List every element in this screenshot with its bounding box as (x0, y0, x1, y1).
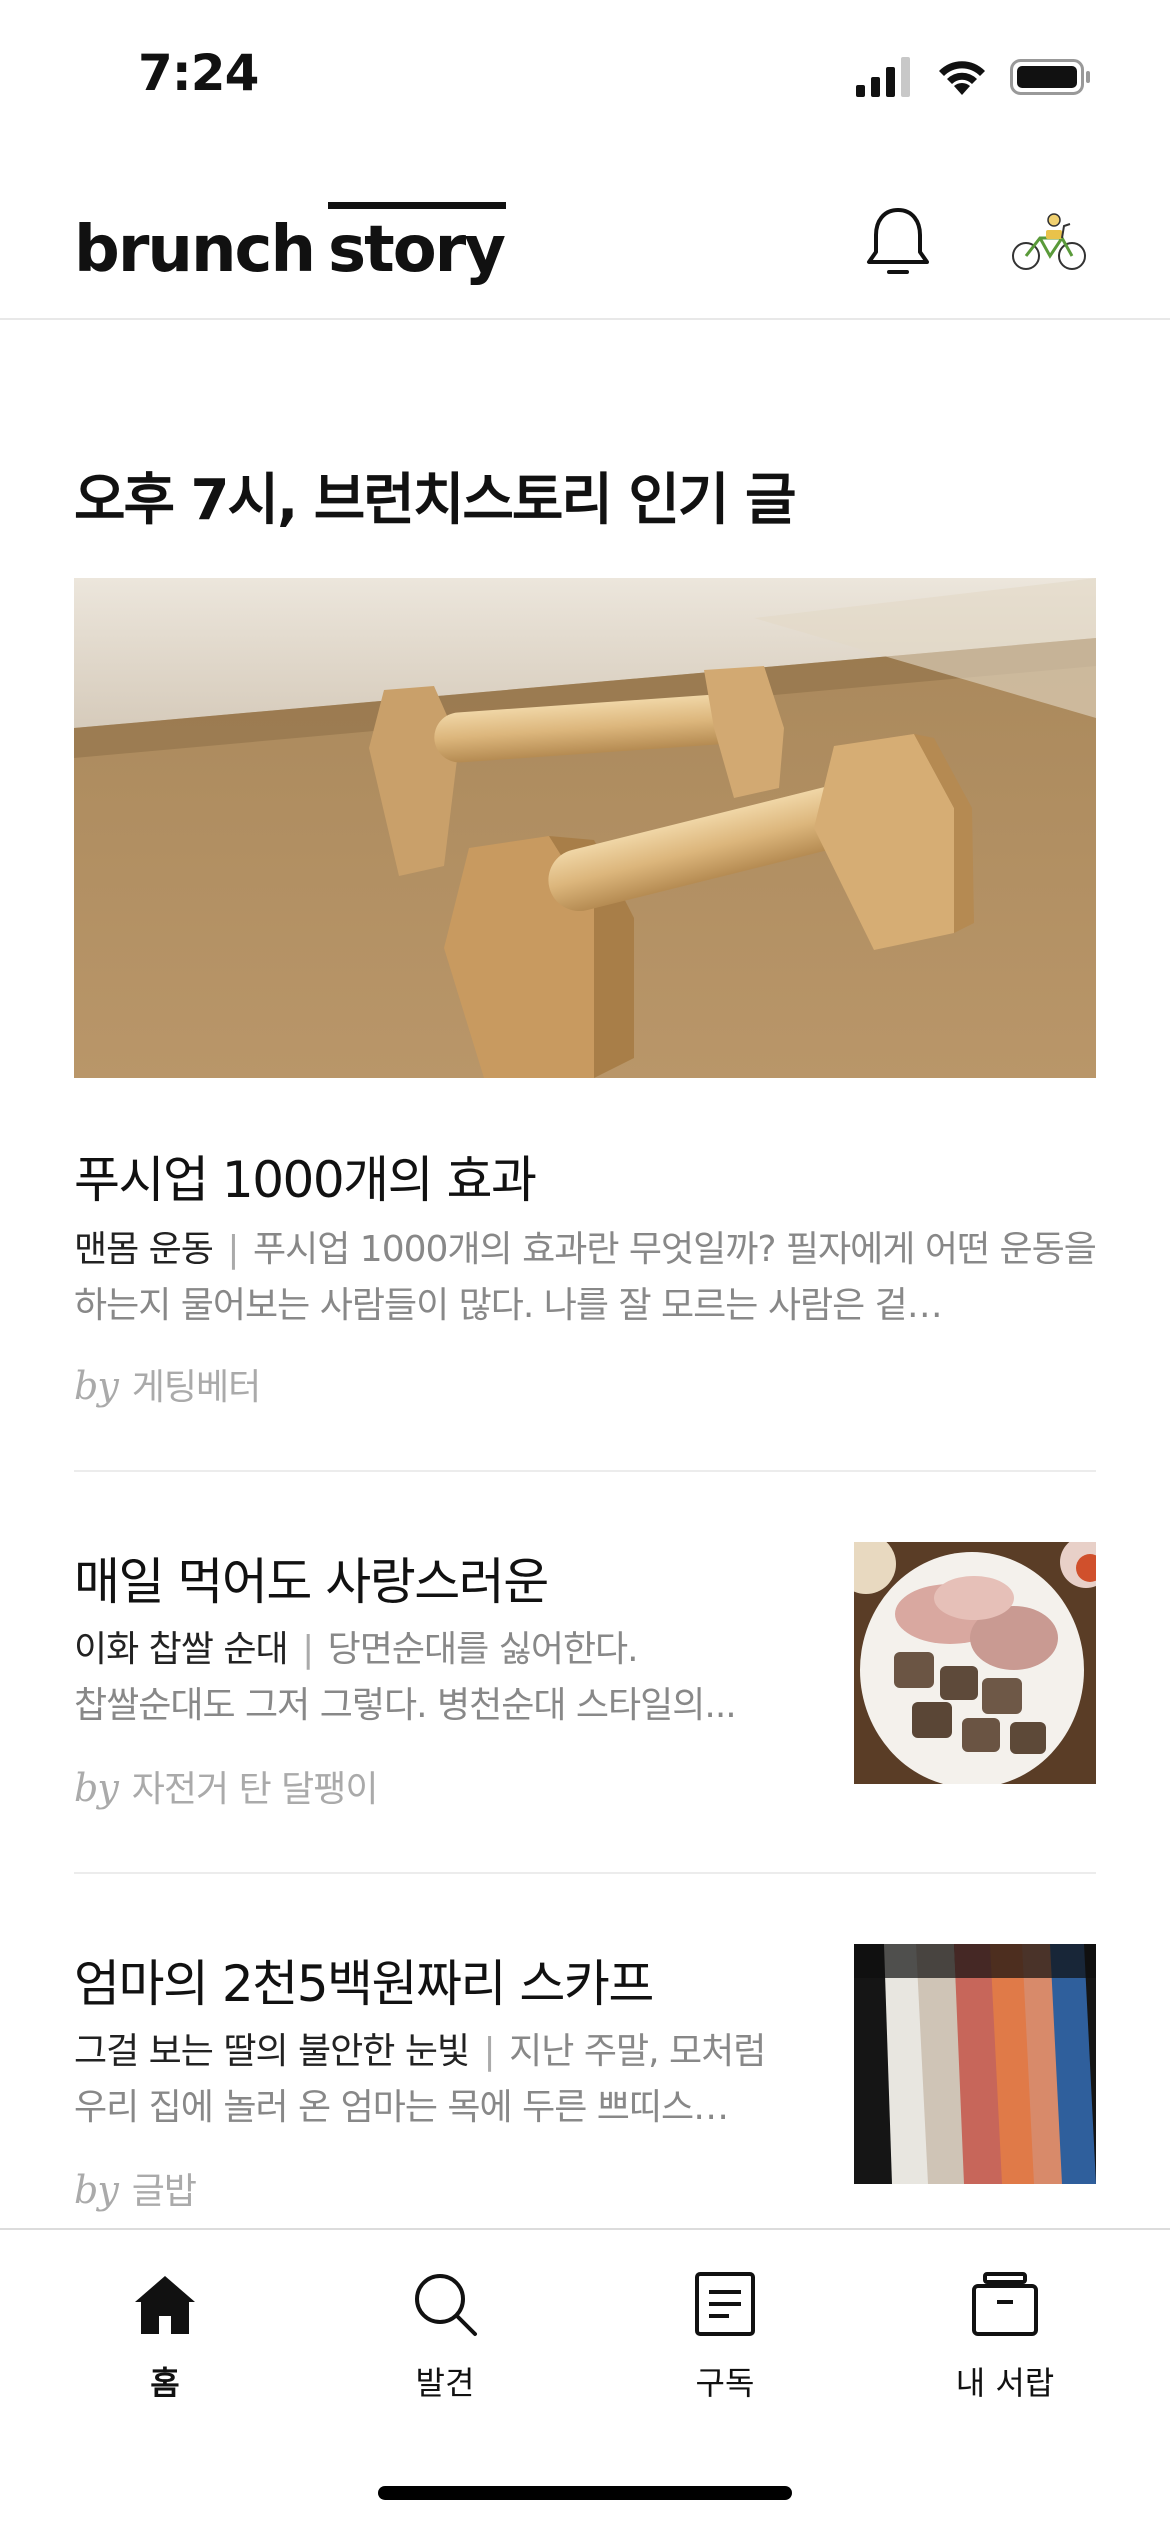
logo-brunch-text: brunch (74, 213, 316, 287)
article-subtitle: 그걸 보는 딸의 불안한 눈빛 (74, 2031, 470, 2072)
pushup-bars-photo (74, 578, 1096, 1078)
article-excerpt-line1: 당면순대를 싫어한다. (327, 1629, 639, 1670)
article-title[interactable]: 매일 먹어도 사랑스러운 (74, 1542, 549, 1614)
byline-by: by (74, 1364, 119, 1408)
featured-article-author: 게팅베터 (131, 1367, 261, 1408)
wifi-icon (939, 61, 985, 95)
divider (74, 1470, 1096, 1472)
article-author: 자전거 탄 달팽이 (131, 1769, 379, 1810)
nav-label-home: 홈 (150, 2364, 180, 2402)
notification-bell-icon[interactable] (858, 202, 938, 282)
article-author: 글밥 (131, 2171, 197, 2212)
home-indicator[interactable] (378, 2486, 792, 2500)
nav-item-home[interactable]: 홈 (65, 2268, 265, 2404)
battery-icon (1010, 59, 1090, 95)
subtitle-separator: | (227, 1229, 239, 1270)
featured-article-byline[interactable]: by 게팅베터 (74, 1358, 261, 1410)
article-description[interactable]: 그걸 보는 딸의 불안한 눈빛 | 지난 주말, 모처럼 우리 집에 놀러 온 … (74, 2024, 794, 2136)
nav-item-subscribe[interactable]: 구독 (625, 2268, 825, 2404)
featured-article-title[interactable]: 푸시업 1000개의 효과 (74, 1140, 537, 1212)
nav-item-discover[interactable]: 발견 (345, 2268, 545, 2404)
article-thumbnail-sundae[interactable] (854, 1542, 1096, 1784)
status-icons (856, 52, 1092, 102)
divider (74, 1872, 1096, 1874)
byline-by: by (74, 2168, 119, 2212)
drawer-icon (972, 2272, 1038, 2336)
nav-label-discover: 발견 (415, 2364, 475, 2402)
profile-avatar-bicycle-icon[interactable] (1010, 208, 1090, 278)
brunchstory-logo[interactable]: brunch story (74, 202, 506, 287)
section-title: 오후 7시, 브런치스토리 인기 글 (74, 468, 796, 533)
article-title[interactable]: 엄마의 2천5백원짜리 스카프 (74, 1944, 654, 2016)
article-description[interactable]: 이화 찹쌀 순대 | 당면순대를 싫어한다. 찹쌀순대도 그저 그렇다. 병천순… (74, 1622, 794, 1734)
nav-label-drawer: 내 서랍 (955, 2364, 1055, 2402)
nav-label-subscribe: 구독 (695, 2364, 755, 2402)
featured-article-image[interactable] (74, 578, 1096, 1078)
article-subtitle: 이화 찹쌀 순대 (74, 1629, 289, 1670)
home-icon (135, 2276, 195, 2334)
byline-by: by (74, 1766, 119, 1810)
featured-article-subtitle: 맨몸 운동 (74, 1229, 214, 1270)
app-header: brunch story (0, 150, 1170, 320)
subtitle-separator: | (302, 1629, 314, 1670)
status-time: 7:24 (138, 44, 259, 102)
article-excerpt-line2: 찹쌀순대도 그저 그렇다. 병천순대 스타일의... (74, 1685, 737, 1726)
featured-article-description[interactable]: 맨몸 운동 | 푸시업 1000개의 효과란 무엇일까? 필자에게 어떤 운동을… (74, 1222, 1096, 1334)
logo-story-text: story (328, 202, 506, 282)
article-byline[interactable]: by 글밥 (74, 2162, 197, 2214)
document-icon (695, 2272, 755, 2336)
scarves-photo (854, 1944, 1096, 2184)
cellular-signal-icon (856, 57, 910, 97)
search-icon (415, 2274, 477, 2336)
status-bar: 7:24 (0, 0, 1170, 150)
sundae-plate-photo (854, 1542, 1096, 1784)
article-thumbnail-scarves[interactable] (854, 1944, 1096, 2184)
nav-item-drawer[interactable]: 내 서랍 (905, 2268, 1105, 2404)
subtitle-separator: | (483, 2031, 496, 2072)
article-byline[interactable]: by 자전거 탄 달팽이 (74, 1760, 379, 1812)
